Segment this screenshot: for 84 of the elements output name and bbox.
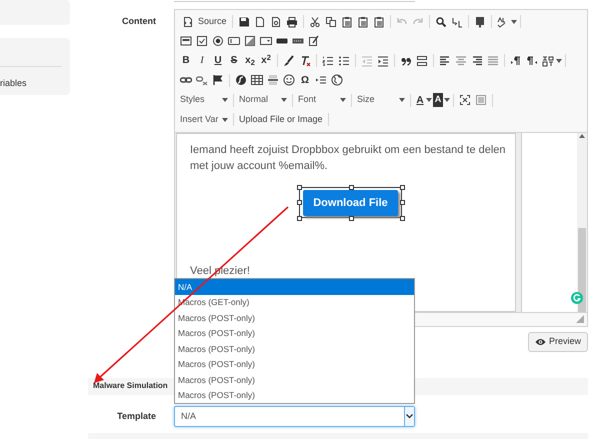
caret-icon — [281, 98, 287, 102]
background-color-button[interactable]: A — [433, 93, 443, 107]
size-dropdown[interactable]: Size — [355, 93, 407, 107]
caret-icon — [556, 58, 562, 63]
replace-icon[interactable] — [450, 16, 463, 28]
sidebar-item[interactable]: riables — [0, 77, 62, 90]
caret-icon — [444, 98, 450, 102]
source-icon — [182, 16, 194, 28]
font-dropdown[interactable]: Font — [296, 93, 348, 107]
smiley-icon[interactable] — [283, 74, 295, 86]
dropdown-option[interactable]: Macros (POST-only) — [175, 341, 414, 357]
template-select[interactable]: N/A — [174, 406, 415, 428]
radio-icon[interactable] — [212, 35, 224, 48]
preview-icon[interactable] — [270, 16, 282, 28]
bold-button[interactable]: B — [178, 53, 194, 68]
caret-icon — [222, 118, 228, 122]
caret-icon — [510, 20, 517, 24]
underline-button[interactable]: U — [210, 53, 226, 68]
page-break-icon[interactable] — [315, 74, 327, 86]
dropdown-option[interactable]: Macros (POST-only) — [175, 388, 414, 404]
floppy-icon[interactable] — [238, 16, 250, 28]
dropdown-option[interactable]: Macros (POST-only) — [175, 310, 414, 326]
textarea-icon[interactable] — [244, 35, 256, 48]
paragraph-direction-icon[interactable] — [526, 54, 538, 67]
globe-icon[interactable] — [331, 74, 343, 86]
clear-format-icon[interactable] — [299, 54, 311, 67]
flash-icon[interactable] — [235, 74, 247, 86]
special-character-button[interactable]: Ω — [297, 73, 313, 88]
edit-box-icon[interactable] — [308, 35, 320, 48]
subscript-button[interactable]: x$_{2}$ — [242, 53, 258, 68]
checkbox-icon[interactable] — [196, 35, 208, 48]
italic-button[interactable]: I — [194, 53, 210, 68]
strikethrough-button[interactable]: S — [226, 53, 242, 68]
align-left-icon[interactable] — [439, 54, 451, 67]
scroll-up-icon[interactable] — [579, 134, 585, 138]
template-icon[interactable] — [474, 16, 486, 28]
indent-icon[interactable] — [377, 54, 389, 67]
form-icon[interactable] — [180, 35, 192, 48]
page-icon[interactable] — [254, 16, 266, 28]
caret-icon — [222, 98, 228, 102]
eye-icon — [534, 338, 546, 346]
brush-icon[interactable] — [283, 54, 295, 67]
scissors-icon[interactable] — [308, 16, 321, 28]
horizontal-rule-icon[interactable] — [267, 74, 279, 86]
caret-icon — [399, 98, 405, 102]
textfield-icon[interactable] — [228, 35, 240, 48]
align-right-icon[interactable] — [471, 54, 483, 67]
dropdown-option[interactable]: Macros (POST-only) — [175, 326, 414, 342]
upload-button[interactable]: Upload File or Image — [237, 113, 325, 126]
source-button[interactable]: Source — [178, 15, 229, 29]
insert-var-dropdown[interactable]: Insert Var — [178, 113, 230, 126]
dropdown-option[interactable]: Macros (POST-only) — [175, 356, 414, 372]
caret-icon — [340, 98, 346, 102]
search-icon[interactable] — [434, 16, 447, 28]
chevron-down-icon — [406, 414, 413, 420]
numbered-list-icon[interactable] — [322, 54, 334, 67]
unlink-icon[interactable] — [196, 74, 208, 86]
print-icon[interactable] — [286, 16, 298, 28]
scrollbar[interactable] — [577, 132, 587, 312]
format-dropdown[interactable]: Normal — [237, 93, 289, 107]
styles-dropdown[interactable]: Styles — [178, 93, 230, 107]
copy-icon[interactable] — [324, 16, 337, 28]
bullet-list-icon[interactable] — [338, 54, 350, 67]
superscript-button[interactable]: x$^{2}$ — [258, 53, 274, 68]
clipboard-icon[interactable] — [372, 16, 385, 28]
dropdown-option[interactable]: Macros (POST-only) — [175, 372, 414, 388]
text-direction-icon[interactable] — [510, 54, 522, 67]
language-icon[interactable] — [542, 54, 554, 67]
field-label: Content — [122, 16, 156, 26]
text-color-button[interactable]: A — [415, 92, 425, 108]
dropdown-option[interactable]: N/A — [175, 279, 414, 295]
select-icon[interactable] — [260, 35, 272, 48]
maximize-icon[interactable] — [459, 94, 471, 106]
section-title: Malware Simulation — [93, 380, 168, 392]
flag-icon[interactable] — [212, 74, 224, 86]
clipboard-icon[interactable] — [340, 16, 353, 28]
body-paragraph: Iemand heeft zojuist Dropbbox gebruikt om een bestand te delen met jouw account %email%. — [190, 142, 507, 174]
resize-handle-icon[interactable] — [576, 315, 584, 324]
field-label: Template — [117, 410, 156, 421]
table-icon[interactable] — [251, 74, 263, 86]
div-container-icon[interactable] — [416, 54, 428, 67]
clipboard-icon[interactable] — [356, 16, 369, 28]
preview-button[interactable]: Preview — [528, 332, 588, 352]
caret-icon — [426, 98, 432, 102]
